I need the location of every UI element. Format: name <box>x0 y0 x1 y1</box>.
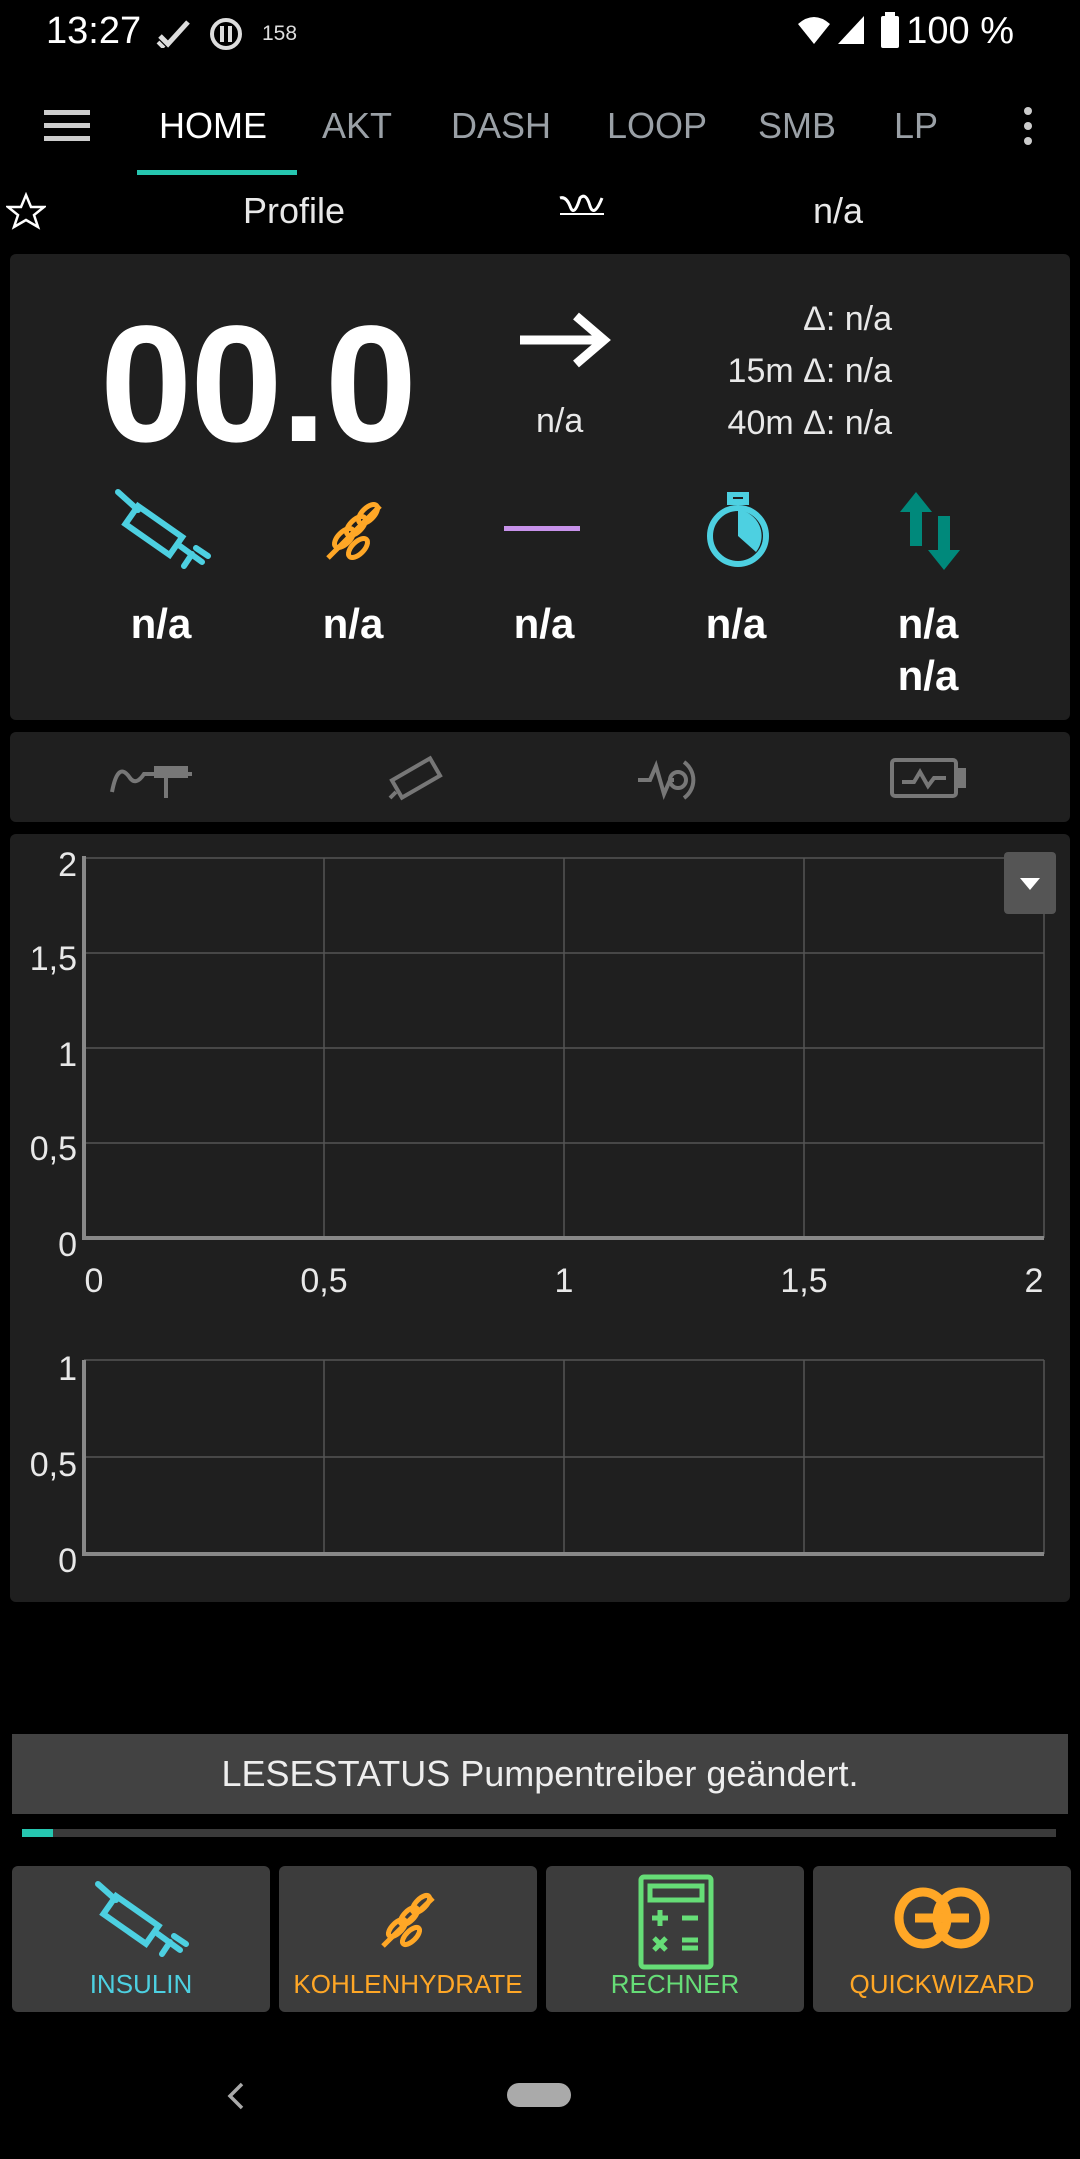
y-tick-label: 2 <box>58 846 77 884</box>
x-tick-label: 0 <box>84 1262 104 1300</box>
insulin-button[interactable]: INSULIN <box>12 1866 270 2012</box>
y-tick-label: 1 <box>58 1036 77 1074</box>
syringe-icon <box>95 1881 189 1957</box>
y-tick-label: 0 <box>58 1542 77 1580</box>
pretzel-icon <box>894 1887 990 1949</box>
wheat-icon <box>381 1892 435 1948</box>
y-tick-label: 0,5 <box>29 1130 77 1168</box>
calculator-button-label: RECHNER <box>610 1969 740 1999</box>
home-gesture-pill[interactable] <box>507 2083 571 2107</box>
x-tick-label: 2 <box>1024 1262 1044 1300</box>
back-icon[interactable] <box>224 2080 248 2112</box>
calculator-button[interactable]: RECHNER <box>546 1866 804 2012</box>
status-notification[interactable]: LESESTATUS Pumpentreiber geändert. <box>12 1734 1068 1814</box>
x-tick-label: 1,5 <box>780 1262 828 1300</box>
insulin-button-label: INSULIN <box>89 1969 193 1999</box>
progress-fill <box>22 1829 53 1837</box>
x-tick-label: 0,5 <box>300 1262 348 1300</box>
carbs-button-label: KOHLENHYDRATE <box>293 1969 523 1999</box>
bg-chart[interactable] <box>0 0 1080 1600</box>
y-tick-label: 1 <box>58 1350 77 1388</box>
quickwizard-button[interactable]: QUICKWIZARD <box>813 1866 1071 2012</box>
calculator-icon <box>638 1874 714 1970</box>
carbs-button[interactable]: KOHLENHYDRATE <box>279 1866 537 2012</box>
progress-track <box>22 1829 1056 1837</box>
quickwizard-button-label: QUICKWIZARD <box>849 1969 1035 1999</box>
y-tick-label: 0,5 <box>29 1446 77 1484</box>
x-tick-label: 1 <box>554 1262 574 1300</box>
y-tick-label: 1,5 <box>29 940 77 978</box>
chart-options-button[interactable] <box>1004 852 1056 914</box>
chevron-down-icon <box>1020 878 1040 890</box>
y-tick-label: 0 <box>58 1226 77 1264</box>
